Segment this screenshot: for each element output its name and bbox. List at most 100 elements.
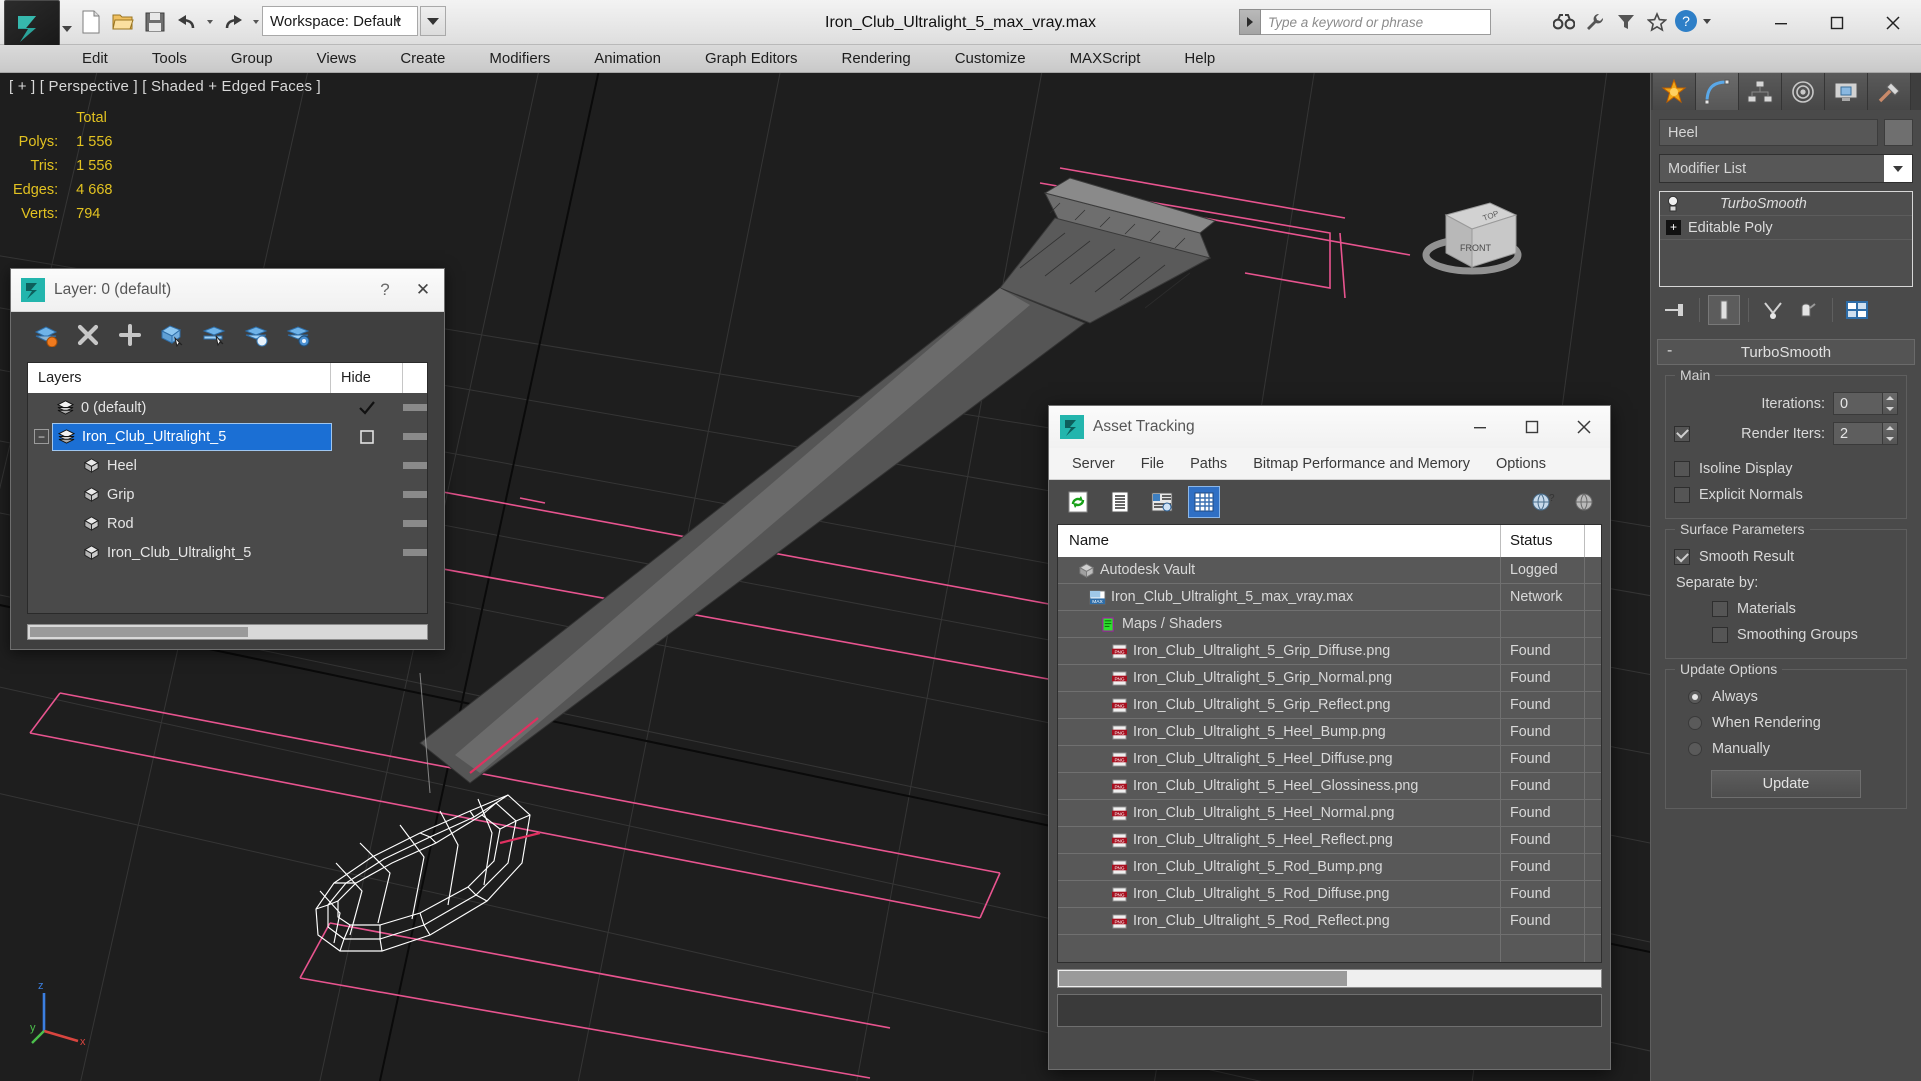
collapse-icon[interactable]: -: [1667, 342, 1672, 360]
asset-row-rod-diffuse[interactable]: PNG Iron_Club_Ultralight_5_Rod_Diffuse.p…: [1058, 880, 1601, 908]
new-file-icon[interactable]: [76, 6, 106, 38]
logo-dropdown-caret[interactable]: [62, 26, 72, 32]
asset-row-grip-diffuse[interactable]: PNG Iron_Club_Ultralight_5_Grip_Diffuse.…: [1058, 637, 1601, 665]
search-input[interactable]: Type a keyword or phrase: [1261, 9, 1491, 35]
layer-scrollbar-thumb[interactable]: [30, 627, 248, 637]
asset-row-grip-reflect[interactable]: PNG Iron_Club_Ultralight_5_Grip_Reflect.…: [1058, 691, 1601, 719]
binoculars-icon[interactable]: [1550, 8, 1578, 36]
star-icon[interactable]: [1643, 8, 1671, 36]
when-rendering-radio[interactable]: [1688, 716, 1702, 730]
layer-column-hide[interactable]: Hide: [331, 363, 403, 393]
menu-item-animation[interactable]: Animation: [572, 45, 683, 73]
asset-row-heel-glossiness[interactable]: PNG Iron_Club_Ultralight_5_Heel_Glossine…: [1058, 772, 1601, 800]
menu-item-graph-editors[interactable]: Graph Editors: [683, 45, 820, 73]
maximize-button[interactable]: [1809, 0, 1865, 45]
save-file-icon[interactable]: [140, 6, 170, 38]
menu-item-maxscript[interactable]: MAXScript: [1048, 45, 1163, 73]
asset-scrollbar-thumb[interactable]: [1059, 971, 1347, 986]
layer-row-grip[interactable]: Grip: [28, 480, 427, 509]
layer-expander-toggle[interactable]: −: [34, 429, 49, 444]
asset-row-maps-shaders[interactable]: Maps / Shaders: [1058, 610, 1601, 638]
smooth-result-checkbox[interactable]: [1674, 549, 1690, 565]
remove-modifier-icon[interactable]: [1792, 295, 1824, 325]
modifier-stack-item-editable-poly[interactable]: + Editable Poly: [1660, 216, 1912, 240]
asset-row-grip-normal[interactable]: PNG Iron_Club_Ultralight_5_Grip_Normal.p…: [1058, 664, 1601, 692]
asset-close-button[interactable]: [1558, 406, 1610, 448]
chevron-down-icon[interactable]: [1884, 155, 1912, 182]
undo-icon[interactable]: [172, 6, 202, 38]
layer-row-heel[interactable]: Heel: [28, 451, 427, 480]
show-end-result-icon[interactable]: [1708, 295, 1740, 325]
object-name-field[interactable]: Heel: [1659, 119, 1878, 146]
layer-dialog-help-button[interactable]: ?: [368, 280, 402, 300]
render-iters-checkbox[interactable]: [1674, 425, 1690, 442]
delete-layer-icon[interactable]: [73, 320, 103, 350]
tab-display[interactable]: [1825, 73, 1868, 110]
turbosmooth-rollout-header[interactable]: - TurboSmooth: [1657, 339, 1915, 365]
object-color-swatch[interactable]: [1884, 119, 1913, 146]
redo-icon[interactable]: [218, 6, 248, 38]
make-unique-icon[interactable]: [1757, 295, 1789, 325]
layer-dialog-titlebar[interactable]: Layer: 0 (default) ? ✕: [11, 269, 444, 312]
redo-dropdown-caret[interactable]: [250, 6, 262, 38]
layer-hide-check[interactable]: [331, 400, 403, 416]
tab-create[interactable]: [1653, 73, 1696, 110]
wrench-icon[interactable]: [1581, 8, 1609, 36]
layer-hide-box[interactable]: [331, 429, 403, 445]
layer-row-0-default[interactable]: 0 (default): [28, 393, 427, 422]
smooth-result-row[interactable]: Smooth Result: [1674, 544, 1898, 570]
smoothing-groups-row[interactable]: Smoothing Groups: [1674, 622, 1898, 648]
add-selection-to-layer-icon[interactable]: [115, 320, 145, 350]
menu-item-edit[interactable]: Edit: [60, 45, 130, 73]
plus-expand-icon[interactable]: +: [1666, 220, 1681, 235]
asset-row-heel-normal[interactable]: PNG Iron_Club_Ultralight_5_Heel_Normal.p…: [1058, 799, 1601, 827]
asset-row-rod-bump[interactable]: PNG Iron_Club_Ultralight_5_Rod_Bump.png …: [1058, 853, 1601, 881]
modifier-list-dropdown[interactable]: Modifier List: [1659, 154, 1913, 183]
explic+it-normals-checkbox[interactable]: [1674, 487, 1690, 503]
asset-row-max-file[interactable]: MAX Iron_Club_Ultralight_5_max_vray.max …: [1058, 583, 1601, 611]
update-option-always[interactable]: Always: [1674, 684, 1898, 710]
select-objects-in-layer-icon[interactable]: [157, 320, 187, 350]
layer-column-name[interactable]: Layers: [28, 363, 331, 393]
minimize-button[interactable]: [1753, 0, 1809, 45]
menu-item-tools[interactable]: Tools: [130, 45, 209, 73]
asset-status-field[interactable]: [1057, 994, 1602, 1027]
pin-stack-icon[interactable]: [1659, 295, 1691, 325]
always-radio[interactable]: [1688, 690, 1702, 704]
create-new-layer-icon[interactable]: [31, 320, 61, 350]
select-highlighted-objects-icon[interactable]: [199, 320, 229, 350]
update-option-when-rendering[interactable]: When Rendering: [1674, 710, 1898, 736]
materials-checkbox[interactable]: [1712, 601, 1728, 617]
lightbulb-icon[interactable]: [1660, 195, 1686, 213]
asset-column-status[interactable]: Status: [1501, 525, 1585, 557]
asset-column-name[interactable]: Name: [1058, 525, 1501, 557]
asset-row-heel-reflect[interactable]: PNG Iron_Club_Ultralight_5_Heel_Reflect.…: [1058, 826, 1601, 854]
asset-horizontal-scrollbar[interactable]: [1057, 969, 1602, 988]
search-expand-icon[interactable]: [1239, 9, 1261, 35]
modifier-stack-item-turbosmooth[interactable]: TurboSmooth: [1660, 192, 1912, 216]
list-view-icon[interactable]: [1105, 487, 1135, 517]
layer-row-rod[interactable]: Rod: [28, 509, 427, 538]
tab-motion[interactable]: [1782, 73, 1825, 110]
tab-hierarchy[interactable]: [1739, 73, 1782, 110]
isoline-display-checkbox[interactable]: [1674, 461, 1690, 477]
update-option-manually[interactable]: Manually: [1674, 736, 1898, 762]
layer-horizontal-scrollbar[interactable]: [27, 624, 428, 640]
render-iters-input[interactable]: 2: [1833, 422, 1883, 445]
help-globe-alt-icon[interactable]: [1570, 487, 1600, 517]
layer-dialog-close-button[interactable]: ✕: [402, 280, 444, 300]
tab-utilities[interactable]: [1868, 73, 1911, 110]
viewport-label[interactable]: [ + ] [ Perspective ] [ Shaded + Edged F…: [9, 78, 321, 95]
iterations-input[interactable]: 0: [1833, 392, 1883, 415]
grid-view-icon[interactable]: [1188, 486, 1220, 518]
asset-menu-options[interactable]: Options: [1483, 448, 1559, 480]
asset-maximize-button[interactable]: [1506, 406, 1558, 448]
materials-row[interactable]: Materials: [1674, 596, 1898, 622]
asset-menu-paths[interactable]: Paths: [1177, 448, 1240, 480]
close-button[interactable]: [1865, 0, 1921, 45]
asset-row-heel-bump[interactable]: PNG Iron_Club_Ultralight_5_Heel_Bump.png…: [1058, 718, 1601, 746]
modifier-stack[interactable]: TurboSmooth + Editable Poly: [1659, 191, 1913, 287]
asset-menu-file[interactable]: File: [1128, 448, 1177, 480]
layer-row-object-iron-club-ultralight-5[interactable]: Iron_Club_Ultralight_5: [28, 538, 427, 567]
layer-list[interactable]: 0 (default) − Iron_Club_Ultralight_5 Hee…: [28, 393, 427, 613]
